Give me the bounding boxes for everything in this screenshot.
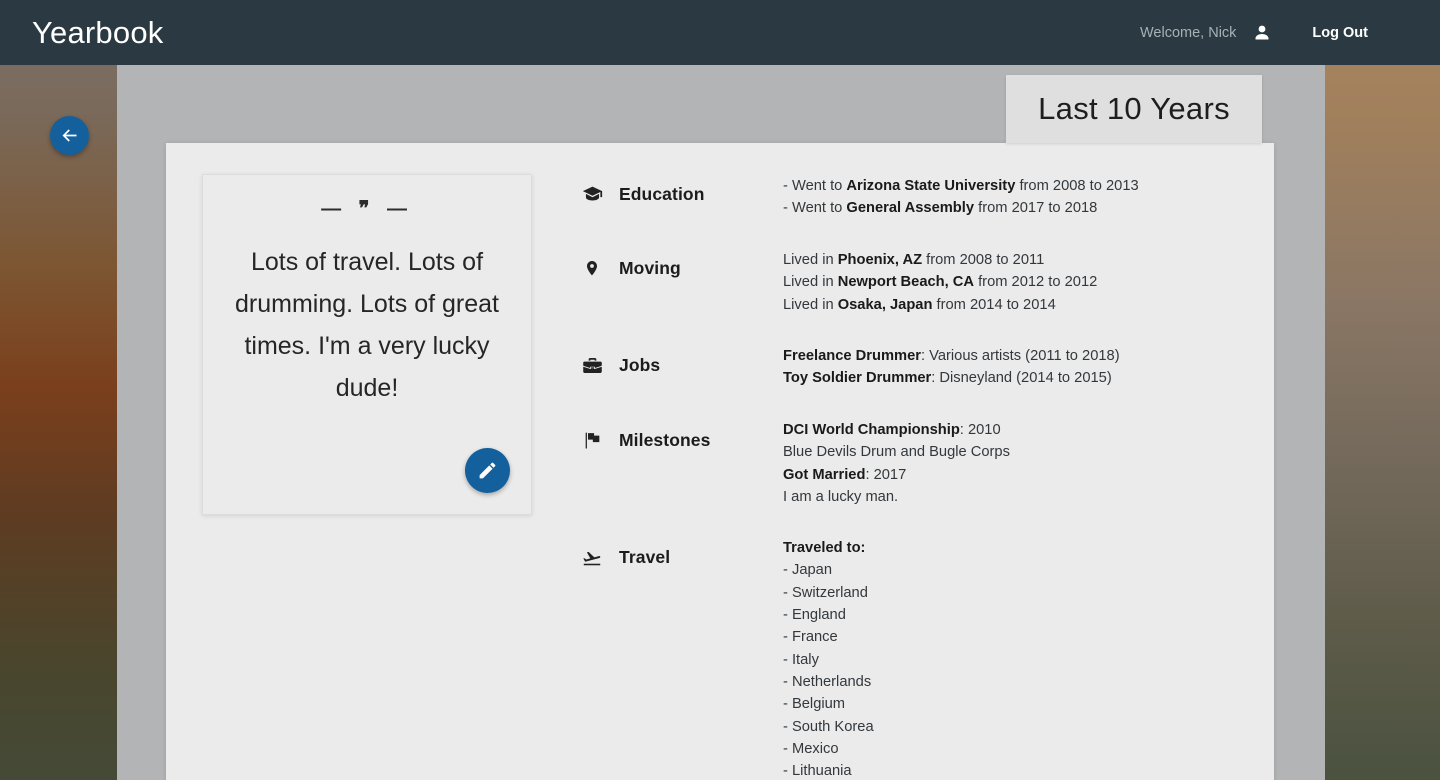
section-title: Milestones [619,430,711,450]
page-title: Last 10 Years [1038,91,1230,126]
detail-line: DCI World Championship: 2010 [783,422,1001,438]
flag-icon [581,430,603,451]
section-label-education: Education [570,184,783,205]
detail-line: - Went to General Assembly from 2017 to … [783,200,1098,217]
section-row-education: Education - Went to Arizona State Univers… [570,174,1274,220]
detail-line: Traveled to: [783,540,866,556]
edit-quote-button[interactable] [465,448,510,493]
pencil-icon [479,462,496,479]
section-detail-jobs: Freelance Drummer: Various artists (2011… [783,344,1274,390]
quote-ornament: — ❞ — [321,198,413,220]
welcome-message: Welcome, Nick [1140,24,1237,41]
person-icon[interactable] [1252,23,1272,43]
detail-line: - Mexico [783,741,839,758]
top-navigation-bar: Yearbook Welcome, Nick Log Out [0,0,1440,65]
detail-line: Blue Devils Drum and Bugle Corps [783,444,1010,461]
detail-line: - Belgium [783,696,846,713]
detail-line: Freelance Drummer: Various artists (2011… [783,348,1120,364]
airplane-takeoff-icon [581,547,603,568]
detail-line: Got Married: 2017 [783,466,907,483]
section-title: Jobs [619,355,661,375]
quote-card: — ❞ — Lots of travel. Lots of drumming. … [202,174,532,515]
section-detail-education: - Went to Arizona State University from … [783,174,1274,220]
detail-line: - Went to Arizona State University from … [783,178,1139,194]
page-title-plate: Last 10 Years [1006,75,1262,143]
section-row-jobs: Jobs Freelance Drummer: Various artists (… [570,344,1274,390]
section-detail-travel: Traveled to: - Japan - Switzerland - Englan… [783,536,1274,780]
section-detail-moving: Lived in Phoenix, AZ from 2008 to 2011 Li… [783,248,1274,316]
briefcase-icon [581,355,603,376]
section-label-jobs: Jobs [570,355,783,376]
detail-line: - Lithuania [783,763,852,780]
yearbook-content-card: — ❞ — Lots of travel. Lots of drumming. … [166,143,1274,780]
detail-line: - Japan [783,562,832,579]
detail-line: - South Korea [783,718,874,735]
section-row-milestones: Milestones DCI World Championship: 2010 Bl… [570,418,1274,508]
detail-line: I am a lucky man. [783,489,899,506]
app-brand-title: Yearbook [32,15,164,50]
detail-line: Lived in Phoenix, AZ from 2008 to 2011 [783,252,1045,268]
section-title: Education [619,184,705,204]
detail-line: - Switzerland [783,584,868,601]
map-pin-icon [581,258,603,279]
nav-right-group: Welcome, Nick Log Out [1140,23,1368,43]
back-button[interactable] [50,116,89,155]
graduation-cap-icon [581,184,603,205]
arrow-left-icon [62,129,77,142]
detail-line: - Netherlands [783,674,872,691]
section-title: Moving [619,258,681,278]
detail-line: - Italy [783,651,819,668]
quote-text: Lots of travel. Lots of drumming. Lots o… [234,248,499,402]
section-row-travel: Travel Traveled to: - Japan - Switzerland - … [570,536,1274,780]
section-title: Travel [619,547,671,567]
detail-line: - France [783,629,838,646]
section-row-moving: Moving Lived in Phoenix, AZ from 2008 to … [570,248,1274,316]
detail-line: Lived in Osaka, Japan from 2014 to 2014 [783,296,1056,313]
logout-button[interactable]: Log Out [1312,25,1368,41]
content-stage: Last 10 Years — ❞ — Lots of travel. Lots… [117,65,1325,780]
detail-line: - England [783,607,846,624]
detail-line: Toy Soldier Drummer: Disneyland (2014 to… [783,370,1112,387]
section-label-milestones: Milestones [570,430,783,451]
section-label-travel: Travel [570,547,783,568]
section-detail-milestones: DCI World Championship: 2010 Blue Devils … [783,418,1274,508]
detail-line: Lived in Newport Beach, CA from 2012 to … [783,274,1098,291]
section-label-moving: Moving [570,258,783,279]
